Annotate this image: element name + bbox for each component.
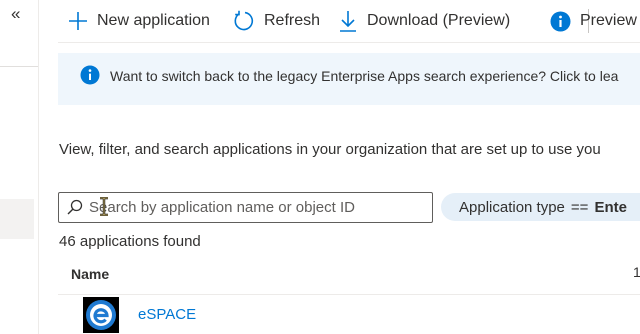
refresh-icon: [234, 10, 254, 31]
download-icon: [340, 11, 356, 32]
preview-label: Preview: [580, 12, 637, 29]
plus-icon: [69, 12, 87, 30]
collapse-menu-icon[interactable]: «: [11, 4, 20, 24]
refresh-button[interactable]: Refresh: [233, 8, 320, 34]
new-application-button[interactable]: New application: [68, 8, 210, 34]
download-button[interactable]: Download (Preview): [338, 8, 510, 34]
rail-selected-item[interactable]: [0, 199, 34, 239]
table-header: Name 1: [58, 256, 640, 295]
column-header-name[interactable]: Name: [71, 266, 109, 282]
refresh-label: Refresh: [264, 12, 321, 29]
filter-field: Application type: [459, 198, 565, 216]
new-application-label: New application: [97, 12, 210, 29]
filter-value: Ente: [594, 198, 627, 216]
toolbar-divider: [58, 42, 640, 43]
search-icon: [67, 199, 83, 215]
search-input[interactable]: [87, 193, 426, 222]
application-type-filter[interactable]: Application type == Ente: [441, 193, 640, 221]
column-header-next[interactable]: 1: [633, 264, 640, 280]
table-row[interactable]: eSPACE: [58, 295, 640, 334]
left-rail: «: [0, 0, 40, 334]
download-label: Download (Preview): [367, 12, 511, 29]
legacy-search-banner[interactable]: Want to switch back to the legacy Enterp…: [58, 53, 640, 105]
search-box[interactable]: [58, 192, 433, 223]
preview-button[interactable]: Preview: [550, 8, 637, 34]
banner-text: Want to switch back to the legacy Enterp…: [110, 68, 619, 84]
rail-divider: [0, 66, 38, 67]
command-bar: New application Refresh Download (Previe…: [58, 0, 640, 42]
filter-operator: ==: [570, 198, 589, 216]
info-icon: [550, 11, 571, 31]
app-logo: [83, 297, 119, 333]
rail-border: [38, 0, 39, 334]
info-icon: [80, 65, 100, 85]
results-count: 46 applications found: [59, 233, 201, 250]
text-cursor-icon: [100, 197, 108, 216]
espace-logo-icon: [86, 300, 116, 330]
app-name-link[interactable]: eSPACE: [138, 306, 196, 323]
page-description: View, filter, and search applications in…: [59, 141, 601, 158]
